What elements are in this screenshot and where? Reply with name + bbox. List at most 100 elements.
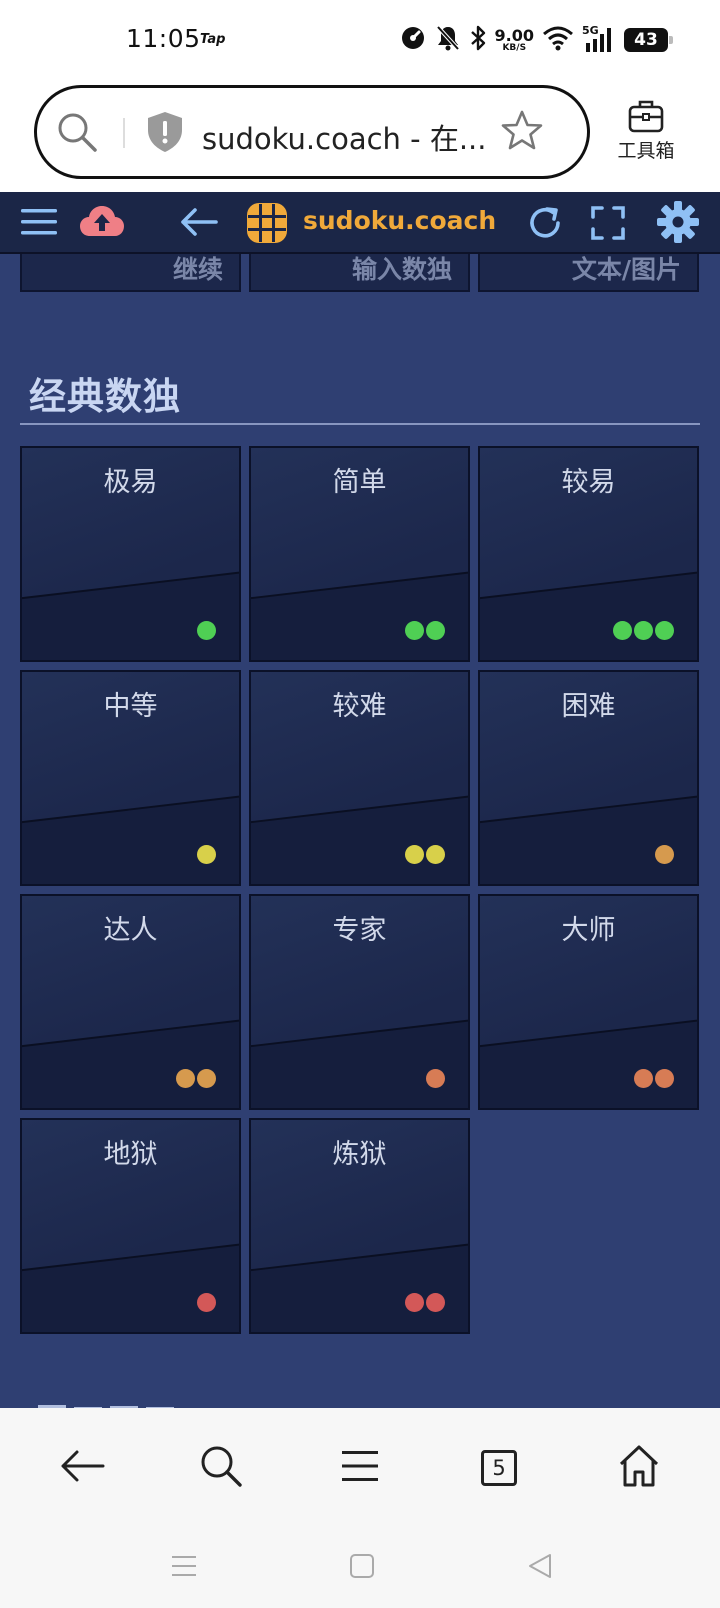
main-content: 继续 输入数独 文本/图片 经典数独 极易 简单 较易中等 较难 困难达人 专家 大师地狱 炼…: [0, 254, 720, 1408]
difficulty-tile[interactable]: 中等: [20, 670, 241, 886]
wifi-icon: [542, 25, 574, 55]
cloud-upload-icon[interactable]: [78, 204, 126, 244]
battery-indicator: 43: [624, 28, 673, 52]
mute-bell-icon: [435, 24, 461, 56]
search-button[interactable]: [191, 1438, 251, 1498]
difficulty-tile[interactable]: 地狱: [20, 1118, 241, 1334]
difficulty-dot: [405, 845, 424, 864]
difficulty-dots: [426, 1069, 445, 1088]
gear-icon[interactable]: [656, 200, 700, 248]
status-bar: 11:05 Tap 9.00 KB/S 5G 43: [0, 0, 720, 80]
triangle-back-icon: [526, 1552, 554, 1584]
sudoku-logo-icon: [245, 201, 289, 249]
tile-label: 大师: [561, 915, 616, 946]
difficulty-tile[interactable]: 达人: [20, 894, 241, 1110]
difficulty-dots: [655, 845, 674, 864]
recents-button[interactable]: [164, 1550, 204, 1586]
difficulty-dot: [426, 845, 445, 864]
toolbox-icon: [612, 98, 680, 134]
difficulty-dots: [634, 1069, 674, 1088]
difficulty-dot: [655, 1069, 674, 1088]
search-icon[interactable]: [55, 110, 99, 158]
difficulty-dot: [655, 621, 674, 640]
difficulty-dot: [634, 621, 653, 640]
menu-button[interactable]: [330, 1438, 390, 1498]
tile-label: 地狱: [103, 1139, 158, 1170]
difficulty-dot: [655, 845, 674, 864]
browser-bottom-bar: 5: [0, 1408, 720, 1530]
arrow-left-icon[interactable]: [178, 206, 220, 242]
back-button[interactable]: [52, 1438, 112, 1498]
app-nav-bar: sudoku.coach: [0, 192, 720, 254]
difficulty-dots: [405, 1293, 445, 1312]
difficulty-tile[interactable]: 较易: [478, 446, 699, 662]
difficulty-tile[interactable]: 专家: [249, 894, 470, 1110]
difficulty-dots: [176, 1069, 216, 1088]
arrow-left-icon: [59, 1446, 105, 1490]
continue-button[interactable]: 继续: [20, 254, 241, 292]
difficulty-tile[interactable]: 大师: [478, 894, 699, 1110]
difficulty-dot: [426, 1293, 445, 1312]
difficulty-dot: [634, 1069, 653, 1088]
tile-label: 中等: [103, 691, 158, 722]
difficulty-dot: [405, 621, 424, 640]
next-section-peek: [30, 1398, 190, 1408]
difficulty-dot: [426, 621, 445, 640]
tile-label: 达人: [103, 915, 158, 946]
section-divider: [20, 423, 700, 425]
url-text[interactable]: sudoku.coach - 在...: [202, 116, 486, 158]
difficulty-dot: [197, 1293, 216, 1312]
difficulty-tile[interactable]: 简单: [249, 446, 470, 662]
star-icon[interactable]: [499, 108, 545, 158]
difficulty-tile[interactable]: 极易: [20, 446, 241, 662]
difficulty-dot: [613, 621, 632, 640]
address-divider: [123, 118, 125, 148]
menu-icon: [341, 1449, 379, 1487]
tile-label: 简单: [332, 467, 387, 498]
tile-label: 困难: [561, 691, 616, 722]
brand-name[interactable]: sudoku.coach: [303, 206, 496, 235]
difficulty-dots: [613, 621, 674, 640]
fullscreen-icon[interactable]: [590, 205, 626, 245]
difficulty-dots: [405, 621, 445, 640]
status-app-tag: Tap: [200, 32, 226, 47]
tabs-button[interactable]: 5: [469, 1438, 529, 1498]
search-icon: [199, 1444, 243, 1492]
home-nav-button[interactable]: [342, 1550, 382, 1586]
tile-label: 较难: [332, 691, 387, 722]
recents-icon: [170, 1553, 198, 1583]
status-time: 11:05: [126, 24, 201, 53]
refresh-icon[interactable]: [526, 204, 564, 246]
back-nav-button[interactable]: [520, 1550, 560, 1586]
difficulty-dot: [405, 1293, 424, 1312]
tile-label: 较易: [561, 467, 616, 498]
menu-icon[interactable]: [20, 206, 58, 242]
previous-section-buttons: 继续 输入数独 文本/图片: [20, 254, 700, 292]
shield-icon[interactable]: [145, 110, 185, 158]
text-image-button[interactable]: 文本/图片: [478, 254, 699, 292]
tile-label: 专家: [332, 915, 387, 946]
difficulty-tile[interactable]: 较难: [249, 670, 470, 886]
difficulty-tile[interactable]: 炼狱: [249, 1118, 470, 1334]
square-icon: [349, 1553, 375, 1583]
difficulty-dot: [176, 1069, 195, 1088]
tab-count: 5: [481, 1450, 517, 1486]
tile-label: 极易: [103, 467, 158, 498]
enter-sudoku-button[interactable]: 输入数独: [249, 254, 470, 292]
home-icon: [617, 1444, 661, 1492]
difficulty-dots: [405, 845, 445, 864]
browser-toolbar: sudoku.coach - 在... 工具箱: [0, 80, 720, 192]
difficulty-dots: [197, 621, 216, 640]
section-title: 经典数独: [29, 375, 181, 418]
difficulty-dot: [197, 1069, 216, 1088]
home-button[interactable]: [609, 1438, 669, 1498]
system-nav-bar: [0, 1530, 720, 1608]
difficulty-tile[interactable]: 困难: [478, 670, 699, 886]
data-saver-icon: [399, 24, 427, 56]
address-bar[interactable]: sudoku.coach - 在...: [34, 85, 590, 179]
difficulty-dot: [197, 621, 216, 640]
toolbox-label: 工具箱: [617, 140, 675, 162]
difficulty-dots: [197, 845, 216, 864]
toolbox-button[interactable]: 工具箱: [612, 98, 680, 163]
difficulty-dot: [426, 1069, 445, 1088]
